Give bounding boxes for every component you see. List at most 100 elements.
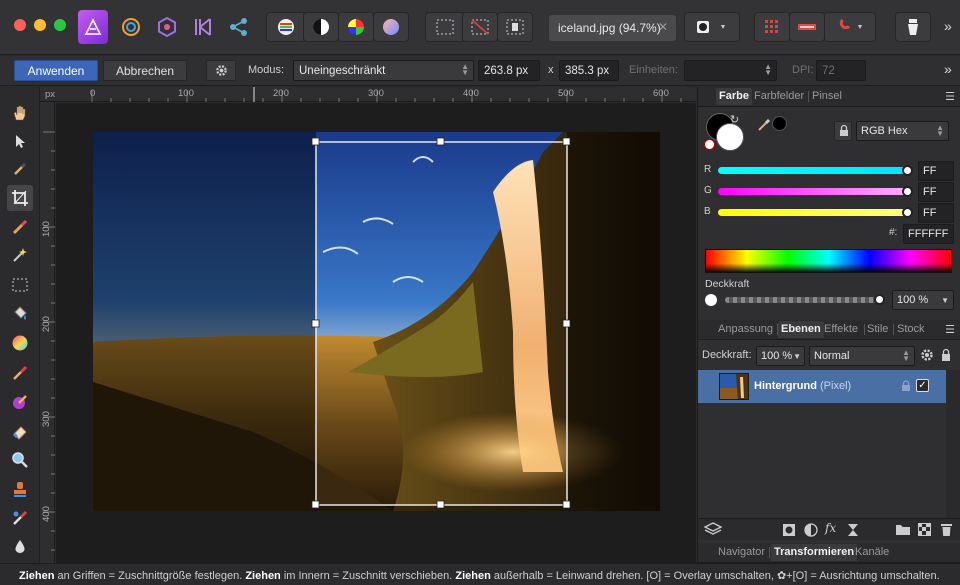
liquify-persona-icon[interactable] [116, 12, 146, 42]
chevron-down-icon[interactable]: ▼ [793, 352, 801, 361]
red-slider-knob[interactable] [902, 165, 913, 176]
layer-opacity-field[interactable]: 100 % ▼ [756, 346, 805, 366]
dpi-field[interactable]: 72 [816, 60, 866, 81]
tab-styles[interactable]: Stile [867, 323, 888, 335]
horizontal-ruler[interactable]: 0 100 200 300 400 500 600 [40, 87, 696, 102]
color-spectrum[interactable] [705, 249, 952, 273]
flood-fill-bucket-icon[interactable] [7, 301, 33, 327]
auto-white-balance-icon[interactable] [373, 12, 409, 42]
green-slider[interactable] [718, 188, 908, 195]
tab-navigator[interactable]: Navigator [718, 546, 765, 558]
layer-settings-gear-icon[interactable] [920, 348, 934, 365]
erase-brush-tool-icon[interactable] [7, 418, 33, 444]
tab-transform[interactable]: Transformieren [771, 544, 858, 561]
cancel-button[interactable]: Abbrechen [103, 60, 187, 81]
window-zoom-button[interactable] [54, 19, 66, 31]
no-color-icon[interactable] [704, 139, 715, 150]
photo-iceland[interactable] [93, 132, 660, 511]
red-slider[interactable] [718, 167, 908, 174]
document-canvas[interactable] [56, 103, 696, 563]
window-minimize-button[interactable] [34, 19, 46, 31]
flood-select-wand-icon[interactable] [7, 242, 33, 268]
window-close-button[interactable] [14, 19, 26, 31]
layer-visibility-checkbox[interactable]: ✓ [916, 379, 929, 392]
red-value-field[interactable]: FF [918, 161, 954, 181]
color-picker-tool-icon[interactable] [7, 156, 33, 182]
snapping-align-icon[interactable] [789, 12, 825, 42]
snapping-magnet-icon[interactable] [824, 12, 876, 42]
blue-slider-knob[interactable] [902, 207, 913, 218]
paint-brush-tool-icon[interactable] [7, 360, 33, 386]
eyedropper-icon[interactable] [756, 117, 772, 136]
hex-value-field[interactable]: FFFFFF [903, 224, 954, 244]
blend-mode-select[interactable]: Normal ▲ ▼ [809, 346, 915, 366]
gradient-tool-icon[interactable] [7, 330, 33, 356]
swap-colors-icon[interactable]: ↻ [730, 113, 739, 126]
zoom-tool-magnifier-icon[interactable] [7, 447, 33, 473]
panel-menu-icon[interactable]: ☰ [945, 90, 955, 103]
photo-persona-icon[interactable] [78, 10, 108, 44]
opacity-value-field[interactable]: 100 % ▼ [892, 290, 954, 310]
selection-brush-tool-icon[interactable] [7, 214, 33, 240]
delete-layer-trash-icon[interactable] [940, 522, 953, 540]
levels-adjust-icon[interactable] [266, 12, 306, 42]
chevron-down-icon[interactable]: ▼ [941, 296, 949, 305]
document-tab[interactable]: iceland.jpg (94.7%) ✕ [549, 15, 676, 41]
adjustment-layer-icon[interactable] [804, 523, 818, 540]
color-replacement-brush-icon[interactable] [7, 389, 33, 415]
rectangular-marquee-icon[interactable] [7, 272, 33, 298]
crop-width-field[interactable]: 263.8 px [478, 60, 540, 81]
lock-icon[interactable] [834, 121, 852, 141]
new-pixel-layer-icon[interactable] [918, 523, 931, 539]
mode-select[interactable]: Uneingeschränkt ▲ ▼ [293, 60, 474, 81]
blue-value-field[interactable]: FF [918, 203, 954, 223]
tab-adjustments[interactable]: Anpassung [718, 323, 773, 335]
develop-persona-icon[interactable] [152, 12, 182, 42]
layers-stack-icon[interactable] [703, 522, 723, 539]
layer-lock-status-icon[interactable] [901, 380, 911, 395]
apply-button[interactable]: Anwenden [14, 60, 98, 81]
view-tool-hand-icon[interactable] [7, 100, 33, 126]
gear-icon[interactable] [206, 60, 236, 81]
snapping-grid-icon[interactable] [754, 12, 790, 42]
green-slider-knob[interactable] [902, 186, 913, 197]
assistant-icon[interactable] [895, 12, 931, 42]
clone-stamp-tool-icon[interactable] [7, 476, 33, 502]
auto-contrast-icon[interactable] [303, 12, 339, 42]
quick-mask-button[interactable] [684, 12, 740, 42]
mask-layer-icon[interactable] [782, 523, 796, 540]
close-tab-icon[interactable]: ✕ [658, 20, 668, 34]
crop-tool-icon[interactable] [7, 185, 33, 211]
tone-mapping-persona-icon[interactable] [188, 12, 218, 42]
tab-swatches[interactable]: Farbfelder [754, 90, 804, 102]
blur-brush-drop-icon[interactable] [7, 534, 33, 560]
layers-scrollbar[interactable] [946, 370, 960, 520]
crop-height-field[interactable]: 385.3 px [559, 60, 619, 81]
units-select[interactable]: ▲ ▼ [684, 60, 777, 81]
opacity-slider[interactable] [725, 297, 880, 303]
opacity-slider-knob[interactable] [874, 294, 885, 305]
panel-menu-icon[interactable]: ☰ [945, 323, 955, 336]
tab-layers[interactable]: Ebenen [778, 321, 824, 338]
group-folder-icon[interactable] [895, 523, 911, 539]
context-overflow-icon[interactable]: » [944, 61, 952, 77]
green-value-field[interactable]: FF [918, 182, 954, 202]
color-mode-select[interactable]: RGB Hex ▲ ▼ [856, 121, 949, 141]
tab-channels[interactable]: Kanäle [855, 546, 889, 558]
live-filter-hourglass-icon[interactable] [847, 523, 859, 540]
toolbar-overflow-icon[interactable]: » [944, 18, 952, 34]
marquee-select-icon[interactable] [425, 12, 465, 42]
move-tool-arrow-icon[interactable] [7, 128, 33, 154]
invert-selection-icon[interactable] [497, 12, 533, 42]
healing-brush-tool-icon[interactable] [7, 505, 33, 531]
export-persona-icon[interactable] [224, 12, 254, 42]
layer-row[interactable]: Hintergrund (Pixel) ✓ [698, 370, 946, 403]
tab-brushes[interactable]: Pinsel [812, 90, 842, 102]
vertical-ruler[interactable]: 100 200 300 400 [40, 102, 55, 563]
auto-colors-icon[interactable] [338, 12, 374, 42]
tab-color[interactable]: Farbe [716, 88, 752, 105]
tab-effects[interactable]: Effekte [824, 323, 858, 335]
blue-slider[interactable] [718, 209, 908, 216]
deselect-icon[interactable] [462, 12, 498, 42]
layer-lock-icon[interactable] [939, 347, 953, 366]
